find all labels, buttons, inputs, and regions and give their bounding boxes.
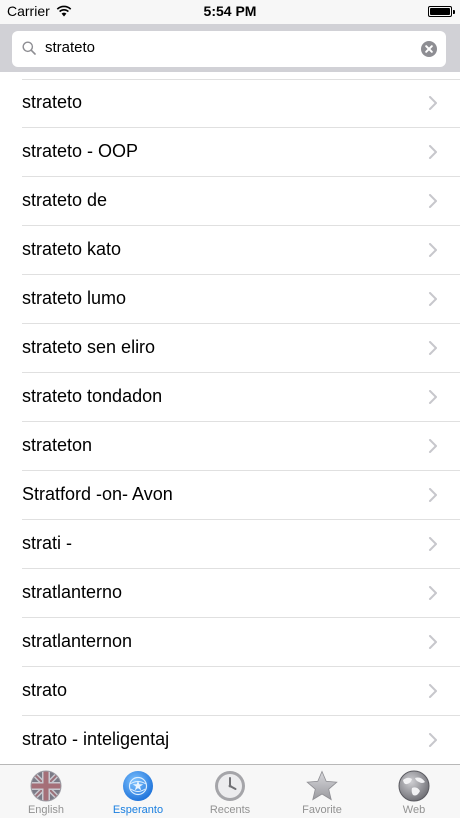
list-item-label: Stratford -on- Avon xyxy=(22,484,173,504)
list-item[interactable]: Stratford -on- Avon xyxy=(0,471,460,520)
chevron-right-icon xyxy=(429,537,437,551)
list-item-label: strateto lumo xyxy=(22,288,127,308)
list-item[interactable]: strateto xyxy=(0,79,460,128)
list-item-label: strateto xyxy=(22,92,83,112)
list-item-label: stratlanterno xyxy=(22,582,123,602)
chevron-right-icon xyxy=(429,292,437,306)
chevron-right-icon xyxy=(429,243,437,257)
chevron-right-icon xyxy=(429,684,437,698)
chevron-right-icon xyxy=(429,390,437,404)
list-item[interactable]: strateto kato xyxy=(0,226,460,275)
search-input[interactable]: strateto xyxy=(45,39,95,56)
esperanto-flag-icon xyxy=(123,771,153,801)
list-item-label: strateto tondadon xyxy=(22,386,163,406)
list-item[interactable]: strateton xyxy=(0,422,460,471)
tab-esperanto[interactable]: Esperanto xyxy=(92,765,184,818)
star-icon xyxy=(306,770,338,801)
battery-nub xyxy=(453,10,455,14)
list-item[interactable]: strateto lumo xyxy=(0,275,460,324)
search-bar: strateto xyxy=(0,24,460,72)
tab-label-web: Web xyxy=(402,804,426,816)
list-item[interactable]: stratlanternon xyxy=(0,618,460,667)
list-item-label: strateto sen eliro xyxy=(22,337,156,357)
search-field[interactable]: strateto xyxy=(12,31,446,67)
globe-icon xyxy=(398,770,430,802)
clear-icon[interactable] xyxy=(421,41,437,57)
clock-icon xyxy=(215,771,245,801)
battery-icon xyxy=(428,6,455,17)
list-item[interactable]: strateto de xyxy=(0,177,460,226)
list-item-label: strato - inteligentaj xyxy=(22,729,170,749)
list-item[interactable]: strato xyxy=(0,667,460,716)
tab-recents[interactable]: Recents xyxy=(184,765,276,818)
results-list: strateto strateto - OOP strateto de stratet… xyxy=(0,79,460,764)
list-item[interactable]: strateto sen eliro xyxy=(0,324,460,373)
list-item-label: strato xyxy=(22,680,68,700)
tab-label-english: English xyxy=(27,804,65,816)
tab-label-recents: Recents xyxy=(209,804,251,816)
list-item-label: strateto - OOP xyxy=(22,141,139,161)
list-item[interactable]: stratlanterno xyxy=(0,569,460,618)
chevron-right-icon xyxy=(429,439,437,453)
status-bar: Carrier 5:54 PM xyxy=(0,0,460,24)
tab-english[interactable]: English xyxy=(0,765,92,818)
tab-label-esperanto: Esperanto xyxy=(112,804,164,816)
chevron-right-icon xyxy=(429,635,437,649)
list-item-label: strateton xyxy=(22,435,93,455)
list-item-label: stratlanternon xyxy=(22,631,133,651)
list-item[interactable]: strati - xyxy=(0,520,460,569)
chevron-right-icon xyxy=(429,488,437,502)
search-icon xyxy=(22,41,36,55)
battery-fill xyxy=(430,8,450,15)
list-item[interactable]: strato - inteligentaj xyxy=(0,716,460,764)
tab-web[interactable]: Web xyxy=(368,765,460,818)
chevron-right-icon xyxy=(429,96,437,110)
chevron-right-icon xyxy=(429,341,437,355)
list-item[interactable]: strateto tondadon xyxy=(0,373,460,422)
tab-bar: English Esperanto Recents Favorite Web xyxy=(0,764,460,818)
chevron-right-icon xyxy=(429,145,437,159)
chevron-right-icon xyxy=(429,733,437,747)
list-item-label: strati - xyxy=(22,533,73,553)
list-item-label: strateto kato xyxy=(22,239,122,259)
tab-label-favorite: Favorite xyxy=(302,804,342,816)
list-item[interactable]: strateto - OOP xyxy=(0,128,460,177)
status-time: 5:54 PM xyxy=(203,3,257,19)
tab-favorite[interactable]: Favorite xyxy=(276,765,368,818)
uk-flag-icon xyxy=(30,770,62,802)
chevron-right-icon xyxy=(429,194,437,208)
list-item-label: strateto de xyxy=(22,190,108,210)
chevron-right-icon xyxy=(429,586,437,600)
